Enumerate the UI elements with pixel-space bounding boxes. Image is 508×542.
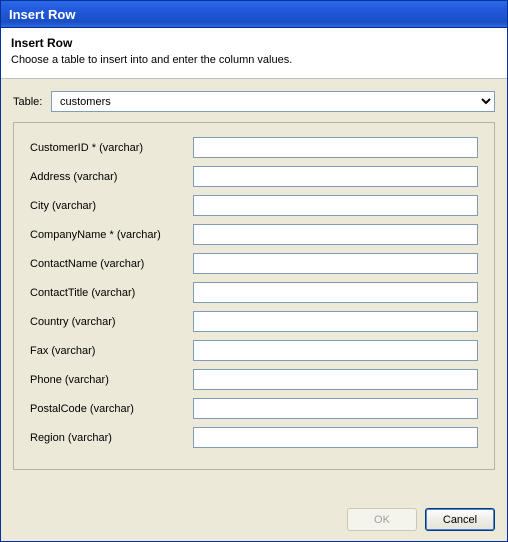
field-label-companyname: CompanyName * (varchar)	[30, 229, 193, 241]
field-label-region: Region (varchar)	[30, 432, 193, 444]
field-input-country[interactable]	[193, 311, 478, 332]
insert-row-dialog: Insert Row Insert Row Choose a table to …	[0, 0, 508, 542]
field-row-country: Country (varchar)	[30, 311, 478, 332]
field-input-companyname[interactable]	[193, 224, 478, 245]
field-label-fax: Fax (varchar)	[30, 345, 193, 357]
field-row-phone: Phone (varchar)	[30, 369, 478, 390]
field-label-city: City (varchar)	[30, 200, 193, 212]
field-row-fax: Fax (varchar)	[30, 340, 478, 361]
columns-fieldset: CustomerID * (varchar) Address (varchar)…	[13, 122, 495, 470]
dialog-description: Choose a table to insert into and enter …	[11, 54, 497, 66]
table-select[interactable]: customers	[51, 91, 495, 112]
field-label-customerid: CustomerID * (varchar)	[30, 142, 193, 154]
title-bar[interactable]: Insert Row	[1, 1, 507, 28]
field-label-address: Address (varchar)	[30, 171, 193, 183]
dialog-header: Insert Row Choose a table to insert into…	[1, 28, 507, 79]
field-input-address[interactable]	[193, 166, 478, 187]
field-label-postalcode: PostalCode (varchar)	[30, 403, 193, 415]
table-selector-label: Table:	[13, 96, 51, 108]
button-bar: OK Cancel	[347, 508, 495, 531]
field-input-contactname[interactable]	[193, 253, 478, 274]
window-title: Insert Row	[9, 7, 75, 22]
field-row-postalcode: PostalCode (varchar)	[30, 398, 478, 419]
field-input-contacttitle[interactable]	[193, 282, 478, 303]
dialog-heading: Insert Row	[11, 36, 497, 50]
field-row-contactname: ContactName (varchar)	[30, 253, 478, 274]
ok-button: OK	[347, 508, 417, 531]
field-row-city: City (varchar)	[30, 195, 478, 216]
field-input-fax[interactable]	[193, 340, 478, 361]
field-row-address: Address (varchar)	[30, 166, 478, 187]
dialog-body: Table: customers CustomerID * (varchar) …	[1, 79, 507, 470]
field-row-companyname: CompanyName * (varchar)	[30, 224, 478, 245]
cancel-button[interactable]: Cancel	[425, 508, 495, 531]
field-input-customerid[interactable]	[193, 137, 478, 158]
field-input-region[interactable]	[193, 427, 478, 448]
table-selector-wrap: customers	[51, 91, 495, 112]
field-row-region: Region (varchar)	[30, 427, 478, 448]
field-label-phone: Phone (varchar)	[30, 374, 193, 386]
field-label-country: Country (varchar)	[30, 316, 193, 328]
field-row-customerid: CustomerID * (varchar)	[30, 137, 478, 158]
field-input-postalcode[interactable]	[193, 398, 478, 419]
field-row-contacttitle: ContactTitle (varchar)	[30, 282, 478, 303]
field-label-contactname: ContactName (varchar)	[30, 258, 193, 270]
field-input-phone[interactable]	[193, 369, 478, 390]
field-input-city[interactable]	[193, 195, 478, 216]
field-label-contacttitle: ContactTitle (varchar)	[30, 287, 193, 299]
table-selector-row: Table: customers	[13, 91, 495, 112]
